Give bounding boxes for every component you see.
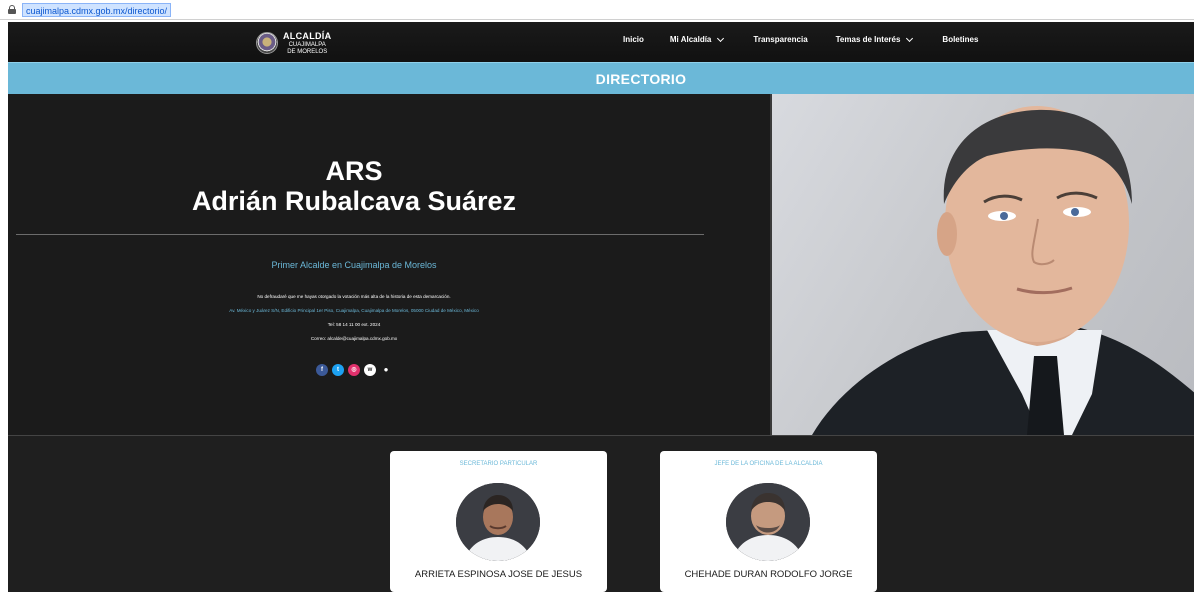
mayor-photo (770, 94, 1194, 435)
mayor-quote: No defraudaré que me hayas otorgado la v… (257, 294, 451, 299)
whatsapp-icon[interactable]: w (364, 364, 376, 376)
directorio-banner: DIRECTORIO (8, 62, 1194, 94)
main-nav: Inicio Mi Alcaldía Transparencia Temas d… (623, 34, 978, 44)
browser-address-bar[interactable]: cuajimalpa.cdmx.gob.mx/directorio/ (0, 0, 1194, 20)
crest-icon (256, 32, 278, 54)
section-divider (8, 435, 1194, 436)
facebook-icon[interactable]: f (316, 364, 328, 376)
lock-icon (8, 5, 16, 14)
site: ALCALDÍA CUAJIMALPA DE MORELOS Inicio Mi… (8, 22, 1194, 592)
mayor-role: Primer Alcalde en Cuajimalpa de Morelos (271, 260, 437, 270)
avatar (726, 483, 810, 561)
nav-mi-alcaldia[interactable]: Mi Alcaldía (670, 34, 725, 44)
logo-line-1: ALCALDÍA (283, 30, 332, 41)
divider (16, 234, 704, 235)
alcaldia-logo[interactable]: ALCALDÍA CUAJIMALPA DE MORELOS (256, 30, 331, 56)
staff-name: ARRIETA ESPINOSA JOSE DE JESUS (414, 569, 583, 580)
page-title: DIRECTORIO (595, 71, 687, 87)
chevron-down-icon (717, 34, 725, 42)
nav-temas-de-interes[interactable]: Temas de Interés (836, 34, 914, 44)
twitter-icon[interactable]: t (332, 364, 344, 376)
user-icon[interactable]: ● (380, 364, 392, 376)
nav-transparencia[interactable]: Transparencia (753, 35, 807, 44)
logo-line-3: DE MORELOS (287, 48, 328, 55)
url-text[interactable]: cuajimalpa.cdmx.gob.mx/directorio/ (22, 3, 172, 17)
site-header: ALCALDÍA CUAJIMALPA DE MORELOS Inicio Mi… (8, 22, 1194, 62)
nav-inicio[interactable]: Inicio (623, 35, 644, 44)
staff-name: CHEHADE DURAN RODOLFO JORGE (684, 569, 853, 580)
staff-card[interactable]: SECRETARIO PARTICULAR ARRIETA ESPINOSA J… (390, 451, 607, 592)
staff-title: SECRETARIO PARTICULAR (459, 461, 538, 467)
office-address: Av. México y Juárez S/N, Edificio Princi… (229, 308, 479, 313)
mayor-name: Adrián Rubalcava Suárez (191, 186, 517, 216)
logo-line-2: CUAJIMALPA (288, 41, 326, 48)
mayor-initials: ARS (325, 156, 383, 186)
office-email: Correo: alcalde@cuajimalpa.cdmx.gob.mx (310, 336, 398, 341)
avatar (456, 483, 540, 561)
instagram-icon[interactable]: ◎ (348, 364, 360, 376)
social-links: f t ◎ w ● (316, 364, 392, 376)
nav-boletines[interactable]: Boletines (942, 35, 978, 44)
mayor-hero: ARS Adrián Rubalcava Suárez Primer Alcal… (8, 94, 770, 435)
staff-card[interactable]: JEFE DE LA OFICINA DE LA ALCALDIA CHEHAD… (660, 451, 877, 592)
office-phone: Tel: 58 14 11 00 ext. 2024 (327, 322, 381, 327)
chevron-down-icon (906, 34, 914, 42)
staff-title: JEFE DE LA OFICINA DE LA ALCALDIA (714, 461, 823, 467)
